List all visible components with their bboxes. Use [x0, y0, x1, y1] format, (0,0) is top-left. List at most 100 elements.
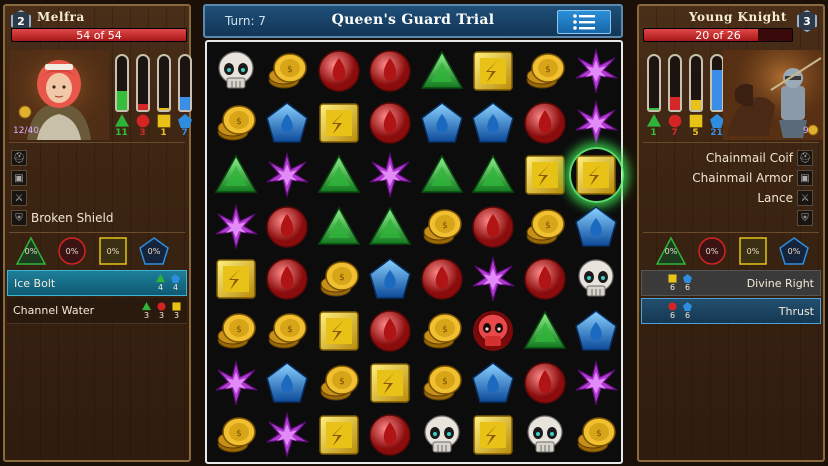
blue-cost: 6: [683, 302, 692, 320]
board-cell[interactable]: [313, 201, 365, 253]
equipment-label: Broken Shield: [31, 211, 114, 225]
board-cell[interactable]: [262, 357, 314, 409]
board-cell[interactable]: [571, 253, 623, 305]
board-cell[interactable]: [519, 409, 571, 461]
board-cell[interactable]: [571, 45, 623, 97]
red-gem-icon: [369, 414, 411, 456]
board-cell[interactable]: [365, 409, 417, 461]
divider: [9, 232, 185, 233]
board-cell[interactable]: [571, 97, 623, 149]
equipment-slot[interactable]: ▣: [11, 168, 183, 188]
board-cell[interactable]: [313, 149, 365, 201]
board-cell[interactable]: [313, 97, 365, 149]
skull-icon: [578, 259, 614, 297]
board-cell[interactable]: [262, 409, 314, 461]
board-cell[interactable]: $: [571, 409, 623, 461]
board-cell[interactable]: $: [210, 305, 262, 357]
board-cell[interactable]: [365, 45, 417, 97]
board-cell[interactable]: [568, 147, 624, 203]
green-gem-icon: [214, 154, 258, 193]
skull-icon: [527, 415, 563, 453]
menu-button[interactable]: [557, 10, 611, 34]
board-cell[interactable]: [365, 253, 417, 305]
red-gem-icon: [157, 301, 166, 311]
board-cell[interactable]: [262, 201, 314, 253]
board-cell[interactable]: $: [519, 201, 571, 253]
board-cell[interactable]: [416, 409, 468, 461]
board-cell[interactable]: [519, 305, 571, 357]
board-cell[interactable]: $: [313, 357, 365, 409]
board-cell[interactable]: [210, 45, 262, 97]
board-cell[interactable]: $: [416, 201, 468, 253]
board-cell[interactable]: [519, 357, 571, 409]
equipment-slot[interactable]: ⛨: [645, 208, 817, 228]
yellow-resistance: 0%: [97, 236, 129, 266]
svg-text:$: $: [339, 377, 345, 387]
board-cell[interactable]: [210, 253, 262, 305]
board-cell[interactable]: [571, 201, 623, 253]
svg-text:$: $: [236, 325, 242, 335]
red-gem-icon: [266, 258, 308, 300]
board-cell[interactable]: [313, 305, 365, 357]
board-cell[interactable]: $: [210, 409, 262, 461]
board-cell[interactable]: [468, 409, 520, 461]
board-cell[interactable]: [262, 253, 314, 305]
board-cell[interactable]: [416, 97, 468, 149]
player-resistances: 0% 0% 0% 0%: [15, 236, 170, 266]
board-cell[interactable]: $: [416, 357, 468, 409]
board-cell[interactable]: [519, 253, 571, 305]
enemy-health-text: 20 of 26: [695, 29, 741, 42]
blue-resistance: 0%: [138, 236, 170, 266]
board-cell[interactable]: [365, 149, 417, 201]
board-cell[interactable]: [519, 97, 571, 149]
equipment-slot[interactable]: ⛑: [11, 148, 183, 168]
purple-gem-icon: [266, 152, 309, 198]
board-cell[interactable]: [365, 305, 417, 357]
board-cell[interactable]: [571, 357, 623, 409]
spell-thrust[interactable]: 6 6 Thrust: [641, 298, 821, 324]
equipment-slot[interactable]: ⛨ Broken Shield: [11, 208, 183, 228]
board-cell[interactable]: [365, 201, 417, 253]
board-cell[interactable]: [468, 253, 520, 305]
enemy-purple-counter: 9: [803, 126, 809, 136]
board-cell[interactable]: [210, 357, 262, 409]
board-cell[interactable]: [210, 149, 262, 201]
board-cell[interactable]: [468, 357, 520, 409]
equipment-slot[interactable]: ⚔: [11, 188, 183, 208]
blue-gem-icon: [709, 113, 724, 128]
purple-gem-icon: [472, 256, 515, 302]
board-cell[interactable]: [365, 97, 417, 149]
equipment-slot[interactable]: Chainmail Coif ⛑: [645, 148, 817, 168]
red-gem-icon: [421, 258, 463, 300]
board-cell[interactable]: $: [416, 305, 468, 357]
board-cell[interactable]: [468, 149, 520, 201]
green-gem-icon: [420, 154, 464, 193]
board-cell[interactable]: [313, 45, 365, 97]
board-cell[interactable]: [468, 97, 520, 149]
board-cell[interactable]: $: [519, 45, 571, 97]
board-cell[interactable]: [571, 305, 623, 357]
equipment-slot[interactable]: Lance ⚔: [645, 188, 817, 208]
spell-ice-bolt[interactable]: Ice Bolt 4 4: [7, 270, 187, 296]
board-cell[interactable]: [416, 253, 468, 305]
board-cell[interactable]: [365, 357, 417, 409]
board-cell[interactable]: [262, 149, 314, 201]
board-cell[interactable]: $: [210, 97, 262, 149]
yellow-gem-icon: [689, 113, 703, 128]
board-cell[interactable]: $: [262, 45, 314, 97]
board-cell[interactable]: [210, 201, 262, 253]
board-cell[interactable]: [313, 409, 365, 461]
board-cell[interactable]: [262, 97, 314, 149]
svg-text:$: $: [339, 273, 345, 283]
board-cell[interactable]: [416, 149, 468, 201]
board-cell[interactable]: $: [262, 305, 314, 357]
board-cell[interactable]: [468, 305, 520, 357]
board-cell[interactable]: [519, 149, 571, 201]
spell-divine-right[interactable]: 6 6 Divine Right: [641, 270, 821, 296]
equipment-slot[interactable]: Chainmail Armor ▣: [645, 168, 817, 188]
board-cell[interactable]: $: [313, 253, 365, 305]
board-cell[interactable]: [416, 45, 468, 97]
board-cell[interactable]: [468, 201, 520, 253]
spell-channel-water[interactable]: Channel Water 3 3 3: [7, 298, 187, 324]
board-cell[interactable]: [468, 45, 520, 97]
